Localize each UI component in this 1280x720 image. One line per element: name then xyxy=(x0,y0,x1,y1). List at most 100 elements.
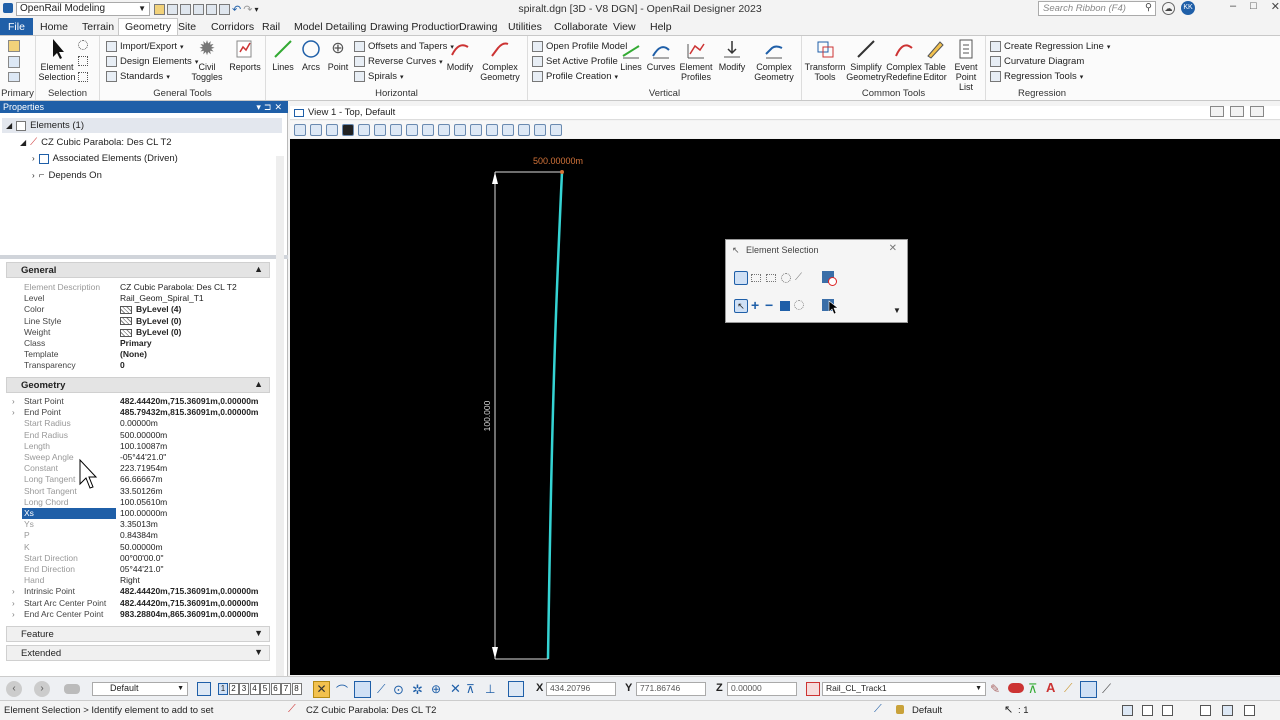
element-selection-button[interactable]: Element Selection xyxy=(38,38,76,82)
property-row[interactable]: › Start Point 482.44420m,715.36091m,0.0000… xyxy=(10,396,268,407)
active-model-icon[interactable]: ⟋ xyxy=(874,703,882,716)
subtract-mode-icon[interactable]: − xyxy=(765,298,773,312)
property-row[interactable]: Class Primary xyxy=(10,338,268,349)
avatar[interactable]: KK xyxy=(1181,1,1195,15)
point-button[interactable]: ⊕ Point xyxy=(324,38,352,72)
tab-corridors[interactable]: Corridors xyxy=(211,18,254,35)
tab-help[interactable]: Help xyxy=(650,18,672,35)
expand-icon[interactable]: › xyxy=(12,609,15,620)
lock-icon[interactable] xyxy=(896,705,904,714)
corridor-icon[interactable]: ⊼ xyxy=(1028,681,1038,697)
properties-scrollbar[interactable] xyxy=(276,156,284,676)
expand-icon[interactable]: › xyxy=(12,598,15,609)
event-point-list-button[interactable]: Event Point List xyxy=(948,38,984,92)
select-box-icon[interactable] xyxy=(78,56,88,66)
property-row[interactable]: Line Style ByLevel (0) xyxy=(10,316,268,327)
property-row[interactable]: Long Tangent 66.66667m xyxy=(10,474,268,485)
splitter[interactable] xyxy=(0,255,288,259)
tab-model-detailing[interactable]: Model Detailing xyxy=(294,18,366,35)
pan-view-icon[interactable] xyxy=(454,123,466,136)
back-icon[interactable]: ‹ xyxy=(6,681,22,697)
civil-cell-icon[interactable]: ✎ xyxy=(990,682,1000,696)
expand-options-icon[interactable]: ▼ xyxy=(893,306,901,315)
attributes-icon[interactable] xyxy=(8,56,20,68)
zoom-in-icon[interactable] xyxy=(374,123,386,136)
reports-button[interactable]: Reports xyxy=(228,38,262,72)
snap-center-icon[interactable]: ⊙ xyxy=(393,682,404,698)
expand-icon[interactable]: › xyxy=(12,407,15,418)
display-style-icon[interactable] xyxy=(310,123,322,136)
clear-mode-icon[interactable] xyxy=(794,300,804,310)
fit-view-icon[interactable] xyxy=(422,123,434,136)
tab-utilities[interactable]: Utilities xyxy=(508,18,542,35)
element-profiles-button[interactable]: Element Profiles xyxy=(678,38,714,82)
property-row[interactable]: Weight ByLevel (0) xyxy=(10,327,268,338)
cursor-mode-icon[interactable]: ↖ xyxy=(1004,703,1013,716)
snap-icon[interactable]: ✕ xyxy=(313,681,330,698)
connection-icon[interactable]: ☁ xyxy=(1162,1,1175,15)
tree-element[interactable]: ◢ ⟋ CZ Cubic Parabola: Des CL T2 xyxy=(20,137,172,148)
section-geometry[interactable]: Geometry ▲ xyxy=(6,377,270,393)
snap-nearest-icon[interactable]: ⌒ xyxy=(336,682,348,699)
curvature-diagram-button[interactable]: Curvature Diagram xyxy=(990,56,1084,67)
property-row[interactable]: Color ByLevel (4) xyxy=(10,304,268,315)
tree-root[interactable]: ◢ Elements (1) xyxy=(6,120,84,131)
property-row[interactable]: Start Direction 00°00'00.0" xyxy=(10,553,268,564)
play-icon[interactable] xyxy=(342,123,354,136)
grid-icon[interactable] xyxy=(1142,705,1153,716)
property-row[interactable]: › End Point 485.79432m,815.36091m,0.00000m xyxy=(10,407,268,418)
spirals-button[interactable]: Spirals ▾ xyxy=(354,71,404,82)
view-toggle-4[interactable]: 4 xyxy=(249,683,260,695)
tab-collaborate[interactable]: Collaborate xyxy=(554,18,608,35)
simplify-geometry-button[interactable]: Simplify Geometry xyxy=(846,38,886,82)
y-coordinate-field[interactable]: 771.86746 xyxy=(636,682,706,696)
property-row[interactable]: › Start Arc Center Point 482.44420m,715.36… xyxy=(10,598,268,609)
complex-geometry-button[interactable]: Complex Geometry xyxy=(476,38,524,82)
feature-dropdown[interactable]: Rail_CL_Track1 ▼ xyxy=(822,682,986,696)
complex-redefine-button[interactable]: Complex Redefine xyxy=(886,38,922,82)
tab-drawing-production[interactable]: Drawing Production xyxy=(370,18,462,35)
message-icon[interactable] xyxy=(1162,705,1173,716)
design-elements-button[interactable]: Design Elements ▾ xyxy=(106,56,198,67)
search-ribbon-input[interactable]: Search Ribbon (F4) ⚲ xyxy=(1038,1,1156,16)
property-row[interactable]: End Direction 05°44'21.0" xyxy=(10,564,268,575)
camera-icon[interactable] xyxy=(550,123,562,136)
view-previous-icon[interactable] xyxy=(470,123,482,136)
select-clear-icon[interactable] xyxy=(78,72,88,82)
level-icon[interactable] xyxy=(8,72,20,82)
x-coordinate-field[interactable]: 434.20796 xyxy=(546,682,616,696)
tab-rail[interactable]: Rail xyxy=(262,18,280,35)
line-method-icon[interactable]: ⟋ xyxy=(795,272,802,283)
tree-depends[interactable]: › ⌐ Depends On xyxy=(32,170,102,181)
import-export-button[interactable]: Import/Export ▾ xyxy=(106,41,184,52)
network-icon[interactable] xyxy=(1200,705,1211,716)
expand-icon[interactable]: › xyxy=(12,396,15,407)
reverse-curves-button[interactable]: Reverse Curves ▾ xyxy=(354,56,443,67)
lines-button[interactable]: Lines xyxy=(270,38,296,72)
forward-icon[interactable]: › xyxy=(34,681,50,697)
block-method-icon[interactable] xyxy=(751,274,761,282)
view-minimize-icon[interactable] xyxy=(1210,106,1224,117)
view-toggle-5[interactable]: 5 xyxy=(260,683,270,695)
view-toggle-2[interactable]: 2 xyxy=(228,683,239,695)
property-row[interactable]: Ys 3.35013m xyxy=(10,519,268,530)
property-row[interactable]: Start Radius 0.00000m xyxy=(10,418,268,429)
property-row[interactable]: Constant 223.71954m xyxy=(10,463,268,474)
vertical-lines-button[interactable]: Lines xyxy=(618,38,644,72)
tab-geometry[interactable]: Geometry xyxy=(118,18,179,35)
view-toggle-6[interactable]: 6 xyxy=(270,683,281,695)
clip-volume-icon[interactable] xyxy=(518,123,530,136)
notifications-icon[interactable] xyxy=(1244,705,1255,716)
property-row[interactable]: Xs 100.00000m xyxy=(10,508,268,519)
property-row[interactable]: Hand Right xyxy=(10,575,268,586)
property-row[interactable]: Level Rail_Geom_Spiral_T1 xyxy=(10,293,268,304)
rotate-view-icon[interactable] xyxy=(438,123,450,136)
property-row[interactable]: P 0.84384m xyxy=(10,530,268,541)
cloud-icon[interactable] xyxy=(64,684,80,694)
primary-tool-icon[interactable] xyxy=(8,40,20,52)
level-dropdown[interactable]: Default ▼ xyxy=(92,682,188,696)
tab-home[interactable]: Home xyxy=(40,18,68,35)
shape-method-icon[interactable] xyxy=(766,274,776,282)
property-row[interactable]: Transparency 0 xyxy=(10,360,268,371)
property-row[interactable]: K 50.00000m xyxy=(10,542,268,553)
